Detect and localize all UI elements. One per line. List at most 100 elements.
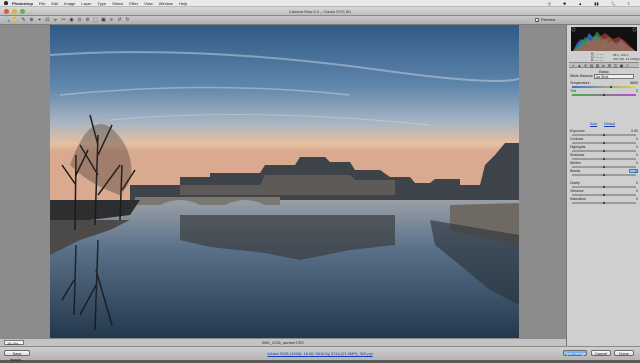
straighten-tool-icon[interactable]: ⦡ — [52, 17, 59, 24]
tab-detail-icon[interactable]: ≋ — [583, 64, 588, 68]
slider-blacks[interactable]: Blacks 0 — [570, 169, 638, 177]
wifi-icon[interactable]: ▲ — [578, 1, 582, 6]
slider-clarity[interactable]: Clarity 0 — [570, 181, 638, 189]
preview-toggle[interactable]: ✓ Preview — [535, 17, 555, 22]
window-titlebar: Camera Raw 8.3 – Canon EOS 5D — [0, 7, 640, 16]
crop-tool-icon[interactable]: ⊡ — [44, 17, 51, 24]
slider-value[interactable]: 0 — [629, 169, 638, 174]
workflow-options-link[interactable]: Adobe RGB (1998); 16 bit; 5616 by 3744 (… — [0, 351, 640, 356]
menu-view[interactable]: View — [144, 1, 153, 6]
tab-effects-icon[interactable]: fx — [601, 64, 606, 68]
slider-label: Vibrance — [570, 189, 584, 193]
slider-thumb[interactable] — [602, 149, 605, 152]
rotate-right-icon[interactable]: ↻ — [124, 17, 131, 24]
red-eye-icon[interactable]: ◉ — [68, 17, 75, 24]
highlight-clipping-icon[interactable] — [632, 27, 637, 32]
menu-select[interactable]: Select — [112, 1, 123, 6]
tab-snapshots-icon[interactable]: ≡ — [625, 64, 630, 68]
spotlight-icon[interactable]: 🔍 — [611, 1, 616, 6]
slider-thumb[interactable] — [602, 201, 605, 204]
default-link[interactable]: Default — [604, 122, 615, 126]
menu-app-name[interactable]: Photoshop — [12, 1, 33, 6]
menu-edit[interactable]: Edit — [51, 1, 58, 6]
auto-link[interactable]: Auto — [590, 122, 597, 126]
slider-temperature[interactable]: Temperature 5850 — [570, 81, 638, 89]
slider-value[interactable]: 5850 — [629, 81, 638, 85]
slider-tint[interactable]: Tint 0 — [570, 89, 638, 97]
image-canvas[interactable] — [0, 25, 566, 338]
radial-filter-icon[interactable]: ⬚ — [92, 17, 99, 24]
slider-shadows[interactable]: Shadows 0 — [570, 153, 638, 161]
slider-track[interactable] — [572, 86, 636, 88]
menu-file[interactable]: File — [39, 1, 45, 6]
tab-basic-icon[interactable]: ◐ — [571, 64, 576, 68]
adjustment-panel: R: --- --- G: --- --- B: --- --- f/8.0 1… — [566, 25, 640, 346]
menu-type[interactable]: Type — [97, 1, 106, 6]
file-name: IMG_1234_sunset.CR2 — [262, 340, 304, 345]
tab-presets-icon[interactable]: ▣ — [619, 64, 624, 68]
slider-thumb[interactable] — [602, 185, 605, 188]
rotate-left-icon[interactable]: ↺ — [116, 17, 123, 24]
menu-icon[interactable]: ≡ — [108, 17, 115, 24]
tab-tone-curve-icon[interactable]: ▲ — [577, 64, 582, 68]
slider-vibrance[interactable]: Vibrance 0 — [570, 189, 638, 197]
slider-thumb[interactable] — [602, 93, 605, 96]
slider-thumb[interactable] — [602, 193, 605, 196]
adjustment-brush-icon[interactable]: ⊙ — [76, 17, 83, 24]
slider-saturation[interactable]: Saturation 0 — [570, 197, 638, 205]
tool-list: 🔍 ✋ ✎ ⊕ ⌖ ⊡ ⦡ ✂ ◉ ⊙ ⊘ ⬚ ▣ ≡ ↺ ↻ — [4, 17, 131, 24]
bluetooth-icon[interactable]: ✱ — [563, 1, 566, 6]
slider-highlights[interactable]: Highlights 0 — [570, 145, 638, 153]
menu-window[interactable]: Window — [159, 1, 173, 6]
slider-value[interactable]: 0 — [629, 89, 638, 93]
targeted-adjustment-icon[interactable]: ⌖ — [36, 17, 43, 24]
slider-thumb[interactable] — [602, 173, 605, 176]
preview-checkbox[interactable]: ✓ — [535, 17, 539, 22]
canvas-status-bar: 15.3% IMG_1234_sunset.CR2 — [0, 338, 566, 346]
hand-tool-icon[interactable]: ✋ — [12, 17, 19, 24]
white-balance-label: White Balance: — [570, 74, 594, 78]
slider-value[interactable]: 0 — [629, 181, 638, 185]
slider-value[interactable]: 0 — [629, 197, 638, 201]
open-image-button[interactable]: Open Image — [563, 350, 587, 356]
time-machine-icon[interactable]: ◷ — [547, 1, 551, 6]
tab-split-toning-icon[interactable]: ▥ — [595, 64, 600, 68]
shadow-clipping-icon[interactable] — [571, 27, 576, 32]
battery-icon[interactable]: ▮▮ — [594, 1, 598, 6]
tab-camera-calibration-icon[interactable]: ◫ — [613, 64, 618, 68]
white-balance-tool-icon[interactable]: ✎ — [20, 17, 27, 24]
slider-value[interactable]: 0 — [629, 145, 638, 149]
slider-value[interactable]: 0.00 — [629, 129, 638, 133]
color-sampler-icon[interactable]: ⊕ — [28, 17, 35, 24]
notification-icon[interactable]: ≡ — [628, 1, 630, 6]
slider-label: Shadows — [570, 153, 585, 157]
slider-thumb[interactable] — [610, 85, 613, 88]
slider-value[interactable]: 0 — [629, 153, 638, 157]
slider-value[interactable]: 0 — [629, 189, 638, 193]
slider-exposure[interactable]: Exposure 0.00 — [570, 129, 638, 137]
slider-thumb[interactable] — [602, 133, 605, 136]
slider-thumb[interactable] — [602, 141, 605, 144]
menu-image[interactable]: Image — [64, 1, 75, 6]
slider-thumb[interactable] — [602, 165, 605, 168]
slider-thumb[interactable] — [602, 157, 605, 160]
slider-value[interactable]: 0 — [629, 161, 638, 165]
spot-removal-icon[interactable]: ✂ — [60, 17, 67, 24]
slider-contrast[interactable]: Contrast 0 — [570, 137, 638, 145]
menu-layer[interactable]: Layer — [81, 1, 91, 6]
zoom-tool-icon[interactable]: 🔍 — [4, 17, 11, 24]
white-balance-select[interactable]: As Shot — [594, 74, 634, 79]
cancel-button[interactable]: Cancel — [591, 350, 611, 356]
tab-lens-icon[interactable]: ⊞ — [607, 64, 612, 68]
slider-whites[interactable]: Whites 0 — [570, 161, 638, 169]
tab-hsl-icon[interactable]: ▤ — [589, 64, 594, 68]
menu-filter[interactable]: Filter — [129, 1, 138, 6]
menu-help[interactable]: Help — [179, 1, 187, 6]
apple-icon[interactable] — [4, 1, 8, 5]
done-button[interactable]: Done — [614, 350, 634, 356]
graduated-filter-icon[interactable]: ⊘ — [84, 17, 91, 24]
preferences-icon[interactable]: ▣ — [100, 17, 107, 24]
slider-value[interactable]: 0 — [629, 137, 638, 141]
preview-label: Preview — [541, 17, 556, 22]
auto-default-links: Auto Default — [570, 122, 638, 127]
